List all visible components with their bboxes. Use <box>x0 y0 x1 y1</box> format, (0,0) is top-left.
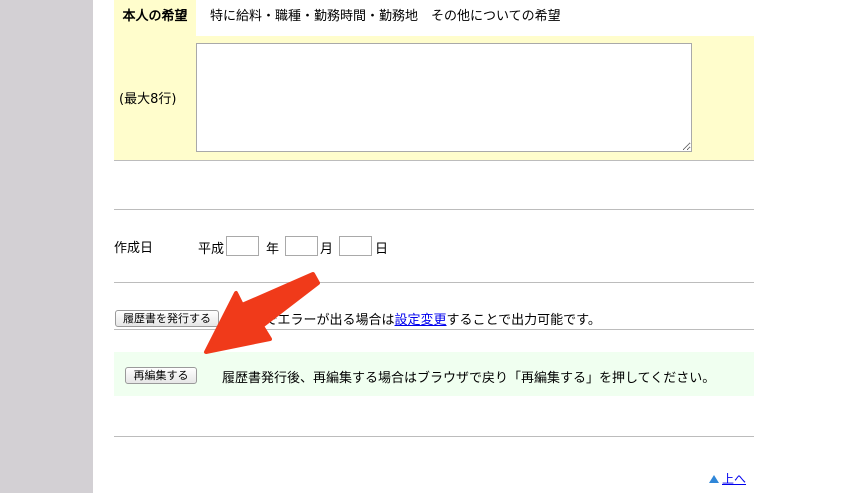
creation-date-label: 作成日 <box>114 241 154 256</box>
reedit-button[interactable]: 再編集する <box>125 367 197 384</box>
hope-section-note: 特に給料・職種・勤務時間・勤務地 その他についての希望 <box>196 0 569 36</box>
month-unit-label: 月 <box>320 242 334 257</box>
hope-section-label: 本人の希望 <box>114 0 196 36</box>
max-lines-label: (最大8行) <box>119 92 177 107</box>
issue-note-after-link: することで出力可能です。 <box>446 313 601 328</box>
back-to-top-link[interactable]: 上へ <box>722 472 746 486</box>
issue-note-before-link: でエラーが出る場合は <box>264 313 395 328</box>
divider <box>114 160 754 161</box>
issue-resume-button[interactable]: 履歴書を発行する <box>115 310 219 327</box>
divider <box>114 436 754 437</box>
divider <box>114 282 754 283</box>
era-label: 平成 <box>198 242 225 257</box>
month-input[interactable] <box>285 236 318 256</box>
issue-note-prefix: irefox <box>228 313 265 328</box>
hope-textarea[interactable] <box>196 43 692 152</box>
issue-note: irefoxでエラーが出る場合は設定変更することで出力可能です。 <box>228 309 601 328</box>
reedit-note: 履歴書発行後、再編集する場合はブラウザで戻り「再編集する」を押してください。 <box>222 371 716 386</box>
settings-change-link[interactable]: 設定変更 <box>395 313 447 328</box>
arrow-up-icon <box>709 475 719 483</box>
day-input[interactable] <box>339 236 372 256</box>
year-unit-label: 年 <box>266 242 280 257</box>
day-unit-label: 日 <box>375 242 389 257</box>
back-to-top: 上へ <box>709 470 746 487</box>
year-input[interactable] <box>226 236 259 256</box>
divider <box>114 329 754 330</box>
left-gray-strip <box>0 0 93 493</box>
divider <box>114 209 754 210</box>
